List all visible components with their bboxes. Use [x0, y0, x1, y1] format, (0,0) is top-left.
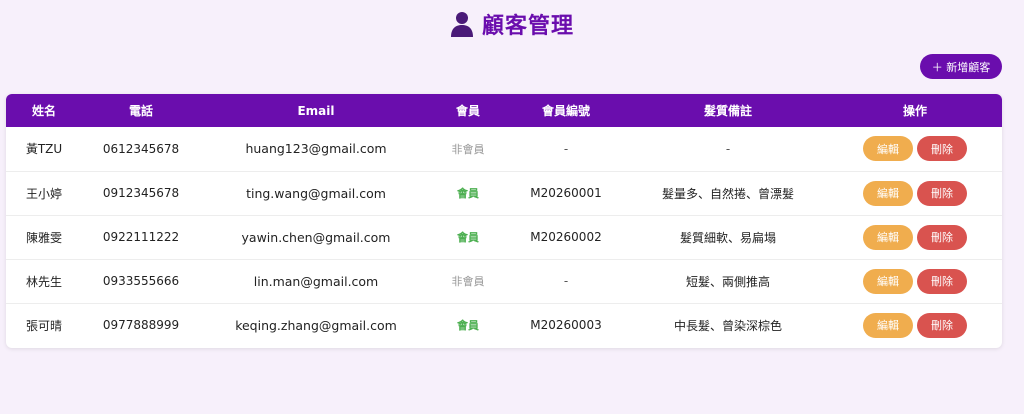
customer-management-page: 顧客管理 ＋ 新增顧客 姓名 電話 Email 會員 會員編號 髮質備註 操作 … [0, 0, 1024, 414]
member-id: M20260002 [530, 230, 602, 244]
column-header-email: Email [297, 103, 335, 118]
table-row: 張可晴 0977888999 keqing.zhang@gmail.com 會員… [6, 303, 1002, 347]
user-icon [450, 11, 474, 37]
member-status: 會員 [457, 187, 479, 200]
delete-button[interactable]: 刪除 [917, 224, 967, 250]
table-row: 黃TZU 0612345678 huang123@gmail.com 非會員 -… [6, 127, 1002, 171]
customer-phone: 0977888999 [102, 318, 180, 333]
customer-name: 王小婷 [25, 186, 62, 201]
row-actions: 編輯 刪除 [828, 259, 1002, 303]
hair-note: 中長髮、曾染深棕色 [673, 318, 782, 333]
table-row: 林先生 0933555666 lin.man@gmail.com 非會員 - 短… [6, 259, 1002, 303]
table-body: 黃TZU 0612345678 huang123@gmail.com 非會員 -… [6, 127, 1002, 347]
customer-phone: 0933555666 [102, 274, 180, 288]
column-header-actions: 操作 [902, 104, 927, 118]
customer-email: lin.man@gmail.com [253, 273, 379, 289]
row-actions: 編輯 刪除 [828, 215, 1002, 259]
customer-name: 林先生 [25, 274, 62, 289]
column-header-member-id: 會員編號 [541, 104, 590, 118]
delete-button[interactable]: 刪除 [917, 136, 967, 162]
row-actions: 編輯 刪除 [828, 171, 1002, 215]
customer-phone: 0912345678 [102, 186, 180, 200]
table-row: 陳雅雯 0922111222 yawin.chen@gmail.com 會員 M… [6, 215, 1002, 259]
column-header-member: 會員 [455, 104, 480, 118]
member-id: M20260003 [530, 318, 602, 333]
customer-email: keqing.zhang@gmail.com [235, 317, 397, 333]
customer-name: 黃TZU [25, 142, 63, 157]
table-header-row: 姓名 電話 Email 會員 會員編號 髮質備註 操作 [6, 94, 1002, 127]
customer-phone: 0922111222 [102, 230, 180, 244]
customer-email: huang123@gmail.com [245, 141, 387, 157]
hair-note: 髮質細軟、易扁塌 [679, 230, 776, 245]
member-status: 非會員 [451, 142, 485, 156]
customer-table: 姓名 電話 Email 會員 會員編號 髮質備註 操作 黃TZU 0612345… [6, 94, 1002, 347]
table-row: 王小婷 0912345678 ting.wang@gmail.com 會員 M2… [6, 171, 1002, 215]
customer-email: yawin.chen@gmail.com [241, 229, 391, 245]
delete-button[interactable]: 刪除 [917, 268, 967, 294]
member-id: - [563, 274, 569, 288]
customer-table-card: 姓名 電話 Email 會員 會員編號 髮質備註 操作 黃TZU 0612345… [6, 94, 1002, 348]
column-header-hair-note: 髮質備註 [703, 104, 752, 118]
edit-button[interactable]: 編輯 [863, 224, 913, 250]
column-header-phone: 電話 [128, 104, 153, 118]
member-id: - [563, 141, 569, 156]
edit-button[interactable]: 編輯 [863, 180, 913, 206]
hair-note: 短髮、兩側推高 [685, 274, 770, 289]
page-title: 顧客管理 [481, 14, 574, 39]
customer-phone: 0612345678 [102, 141, 180, 156]
row-actions: 編輯 刪除 [828, 303, 1002, 347]
hair-note: - [725, 141, 731, 156]
column-header-name: 姓名 [31, 104, 56, 118]
customer-name: 陳雅雯 [25, 230, 62, 245]
customer-email: ting.wang@gmail.com [246, 185, 386, 201]
delete-button[interactable]: 刪除 [917, 180, 967, 206]
hair-note: 髮量多、自然捲、曾漂髮 [661, 186, 794, 201]
page-header: 顧客管理 [0, 6, 1024, 42]
customer-name: 張可晴 [25, 318, 62, 333]
member-status: 非會員 [451, 275, 485, 288]
member-status: 會員 [457, 231, 479, 244]
row-actions: 編輯 刪除 [828, 127, 1002, 171]
edit-button[interactable]: 編輯 [863, 268, 913, 294]
member-id: M20260001 [530, 186, 602, 200]
edit-button[interactable]: 編輯 [863, 312, 913, 338]
edit-button[interactable]: 編輯 [863, 136, 913, 162]
member-status: 會員 [457, 319, 479, 333]
add-customer-button[interactable]: ＋ 新增顧客 [920, 54, 1002, 79]
delete-button[interactable]: 刪除 [917, 312, 967, 338]
